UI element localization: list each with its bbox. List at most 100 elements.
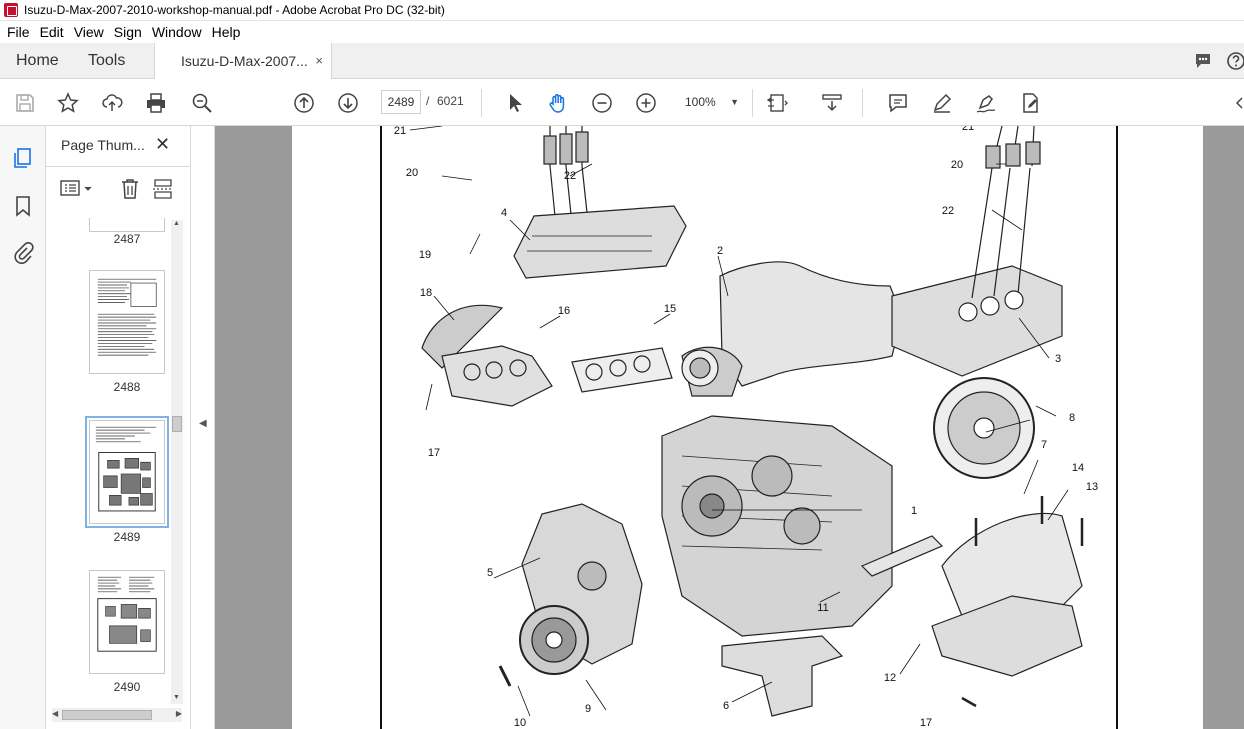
callout-label: 12: [884, 672, 896, 684]
chevron-down-icon: ▼: [730, 97, 739, 107]
pdf-page: 21 20 22 4 19 18 16 15 2 17 5 1 9 10 6 1…: [292, 126, 1203, 729]
tab-document-label: Isuzu-D-Max-2007...: [181, 53, 308, 69]
panel-collapse-handle[interactable]: ◀: [191, 126, 215, 729]
thumbnail-horizontal-scrollbar[interactable]: ◀ ▶: [52, 708, 182, 722]
scrollbar-thumb[interactable]: [62, 710, 152, 720]
menu-sign[interactable]: Sign: [109, 24, 147, 40]
menu-view[interactable]: View: [69, 24, 109, 40]
save-icon[interactable]: [13, 91, 37, 115]
delete-trash-icon[interactable]: [119, 177, 141, 201]
page-thumbnail[interactable]: [89, 218, 165, 232]
scroll-down-arrow-icon[interactable]: ▼: [173, 694, 180, 701]
acrobat-app-icon: [4, 3, 18, 17]
panel-close-button[interactable]: ✕: [155, 134, 170, 155]
scrollbar-thumb[interactable]: [172, 416, 182, 432]
callout-label: 6: [723, 700, 729, 712]
callout-label: 11: [817, 602, 828, 614]
page-thumbnails-icon[interactable]: [11, 146, 35, 170]
title-bar: Isuzu-D-Max-2007-2010-workshop-manual.pd…: [0, 0, 1244, 21]
previous-page-icon[interactable]: [292, 91, 316, 115]
callout-label: 20: [951, 159, 963, 171]
callout-label: 13: [1086, 481, 1098, 493]
help-icon[interactable]: [1226, 51, 1244, 71]
engine-exploded-diagram: 21 20 22 4 19 18 16 15 2 17 5 1 9 10 6 1…: [394, 126, 1098, 729]
callout-label: 2: [717, 245, 723, 257]
page-number-input[interactable]: 2489: [381, 90, 421, 114]
callout-label: 16: [558, 305, 570, 317]
tab-tools[interactable]: Tools: [88, 43, 125, 78]
scroll-left-arrow-icon[interactable]: ◀: [52, 709, 58, 718]
panel-title: Page Thum...: [61, 137, 145, 153]
insert-page-icon[interactable]: [152, 177, 174, 201]
callout-label: 17: [428, 447, 440, 459]
callout-label: 10: [514, 717, 526, 729]
thumbnail-list[interactable]: 2487 2488 2489 2490: [46, 218, 191, 728]
callout-label: 5: [487, 567, 493, 579]
tab-document[interactable]: Isuzu-D-Max-2007... ×: [154, 43, 332, 79]
scroll-up-arrow-icon[interactable]: ▲: [173, 220, 180, 227]
window-title: Isuzu-D-Max-2007-2010-workshop-manual.pd…: [24, 3, 445, 17]
scroll-mode-icon[interactable]: [820, 91, 844, 115]
zoom-out-icon[interactable]: [590, 91, 614, 115]
thumbnail-vertical-scrollbar[interactable]: ▲ ▼: [171, 220, 183, 704]
callout-label: 21: [394, 126, 406, 137]
toolbar-divider: [481, 89, 482, 117]
callout-label: 18: [420, 287, 432, 299]
callout-label: 22: [942, 205, 954, 217]
callout-label: 4: [501, 207, 507, 219]
tab-home[interactable]: Home: [16, 43, 59, 78]
hand-tool-icon[interactable]: [546, 91, 570, 115]
callout-label: 17: [920, 717, 932, 729]
scroll-right-arrow-icon[interactable]: ▶: [176, 709, 182, 718]
callout-label: 3: [1055, 353, 1061, 365]
page-thumbnails-panel: Page Thum... ✕ 2487 2488 2489 2490 ▲ ▼ ◀…: [46, 126, 191, 729]
bookmarks-icon[interactable]: [11, 194, 35, 218]
attachments-paperclip-icon[interactable]: [11, 240, 35, 264]
bookmark-star-icon[interactable]: [56, 91, 80, 115]
callout-label: 21: [962, 126, 974, 133]
callout-label: 15: [664, 303, 676, 315]
next-page-icon[interactable]: [336, 91, 360, 115]
page-thumbnail[interactable]: [89, 270, 165, 374]
print-icon[interactable]: [144, 91, 168, 115]
zoom-level-dropdown[interactable]: 100% ▼: [679, 90, 745, 114]
zoom-search-icon[interactable]: [190, 91, 214, 115]
panel-tools-row: [46, 166, 191, 214]
callout-label: 7: [1041, 439, 1047, 451]
page-thumbnail[interactable]: [89, 570, 165, 674]
menu-window[interactable]: Window: [147, 24, 207, 40]
thumbnail-options-icon[interactable]: [60, 179, 96, 199]
callout-label: 1: [911, 505, 917, 517]
toolbar-divider: [862, 89, 863, 117]
page-fit-icon[interactable]: [766, 91, 790, 115]
menu-help[interactable]: Help: [207, 24, 246, 40]
thumbnail-page-number: 2490: [113, 680, 141, 694]
select-cursor-icon[interactable]: [503, 91, 527, 115]
share-upload-icon[interactable]: [100, 91, 124, 115]
highlight-pen-icon[interactable]: [930, 91, 954, 115]
thumbnail-page-number: 2489: [113, 530, 141, 544]
tab-row: Home Tools Isuzu-D-Max-2007... ×: [0, 43, 1244, 79]
menu-bar: File Edit View Sign Window Help: [0, 21, 1244, 43]
comment-icon[interactable]: [886, 91, 910, 115]
left-navigation-rail: [0, 126, 46, 729]
more-tools-chevron-icon[interactable]: [1234, 91, 1244, 115]
callout-label: 14: [1072, 462, 1084, 474]
comment-bubble-icon[interactable]: [1193, 51, 1213, 71]
collapse-arrow-icon[interactable]: ◀: [199, 418, 207, 429]
callout-label: 8: [1069, 412, 1075, 424]
callout-label: 9: [585, 703, 591, 715]
toolbar-divider: [752, 89, 753, 117]
tab-close-button[interactable]: ×: [315, 43, 323, 79]
zoom-in-icon[interactable]: [634, 91, 658, 115]
page-thumbnail-selected[interactable]: [85, 416, 169, 528]
callout-label: 22: [564, 170, 576, 182]
thumbnail-page-number: 2488: [113, 380, 141, 394]
menu-edit[interactable]: Edit: [35, 24, 69, 40]
sign-pen-icon[interactable]: [974, 91, 998, 115]
document-view[interactable]: 21 20 22 4 19 18 16 15 2 17 5 1 9 10 6 1…: [215, 126, 1244, 729]
edit-document-icon[interactable]: [1018, 91, 1042, 115]
menu-file[interactable]: File: [2, 24, 35, 40]
thumbnail-page-number: 2487: [113, 232, 141, 246]
main-toolbar: 2489 / 6021 100% ▼: [0, 79, 1244, 126]
